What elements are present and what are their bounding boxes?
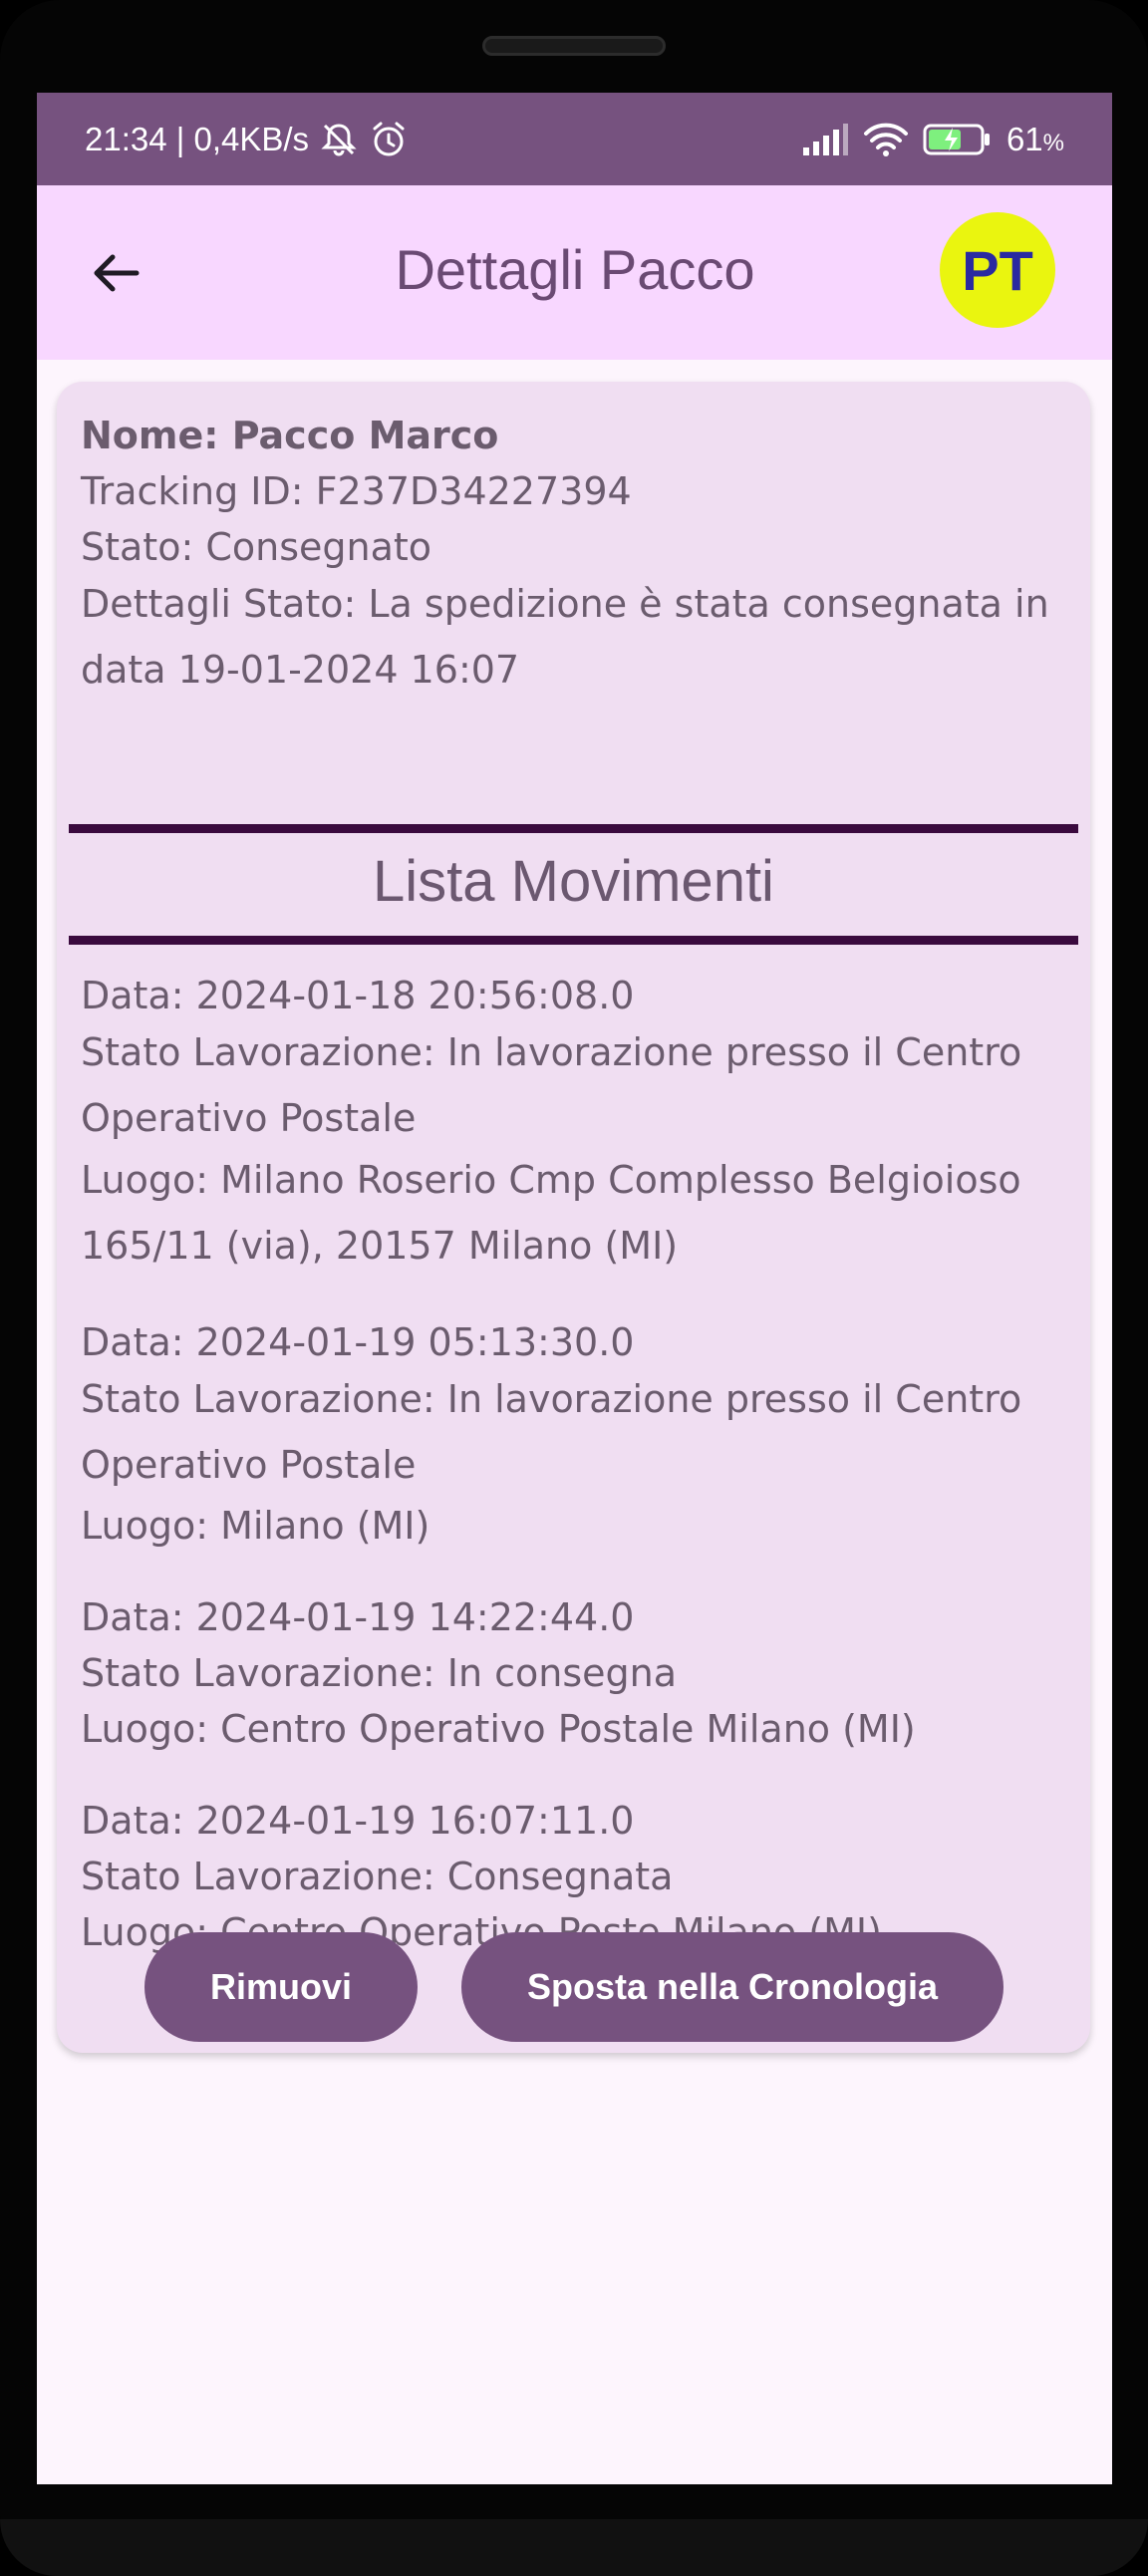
remove-button[interactable]: Rimuovi xyxy=(144,1932,418,2042)
movement-date: Data: 2024-01-19 14:22:44.0 xyxy=(81,1595,635,1639)
phone-frame: 21:34 | 0,4KB/s 61% Dettagli Pacco PT No… xyxy=(0,0,1148,2576)
screen: 21:34 | 0,4KB/s 61% Dettagli Pacco PT No… xyxy=(37,93,1112,2484)
bottom-bezel xyxy=(0,2519,1148,2576)
package-state: Stato: Consegnato xyxy=(81,525,432,569)
movement-place: Luogo: Milano (MI) xyxy=(81,1504,430,1548)
movement-date: Data: 2024-01-19 16:07:11.0 xyxy=(81,1799,635,1843)
divider-bottom xyxy=(69,936,1078,945)
page-title: Dettagli Pacco xyxy=(395,238,755,301)
poste-logo: PT xyxy=(940,212,1055,328)
movement-item: Data: 2024-01-18 20:56:08.0 Stato Lavora… xyxy=(81,968,1077,1279)
tracking-id: Tracking ID: F237D34227394 xyxy=(81,469,632,513)
movements-title: Lista Movimenti xyxy=(373,849,774,914)
movement-item: Data: 2024-01-19 14:22:44.0 Stato Lavora… xyxy=(81,1589,1077,1757)
alarm-icon xyxy=(369,120,409,159)
movement-status: Stato Lavorazione: In consegna xyxy=(81,1651,677,1695)
status-left: 21:34 | 0,4KB/s xyxy=(85,120,409,159)
status-time: 21:34 | 0,4KB/s xyxy=(85,120,310,157)
movement-status: Stato Lavorazione: In lavorazione presso… xyxy=(81,1030,1022,1140)
battery-level: 61% xyxy=(1006,121,1064,158)
package-info: Nome: Pacco Marco Tracking ID: F237D3422… xyxy=(81,408,1067,703)
movement-place: Luogo: Centro Operativo Postale Milano (… xyxy=(81,1707,916,1751)
status-right: 61% xyxy=(801,121,1064,158)
signal-icon xyxy=(801,122,849,157)
movement-status: Stato Lavorazione: In lavorazione presso… xyxy=(81,1377,1022,1487)
speaker-grille xyxy=(482,36,666,56)
battery-unit: % xyxy=(1042,129,1064,156)
status-bar: 21:34 | 0,4KB/s 61% xyxy=(37,93,1112,185)
wifi-icon xyxy=(863,122,909,157)
arrow-back-icon xyxy=(94,254,140,292)
move-to-history-button[interactable]: Sposta nella Cronologia xyxy=(461,1932,1004,2042)
movement-place: Luogo: Milano Roserio Cmp Complesso Belg… xyxy=(81,1158,1021,1268)
movement-item: Data: 2024-01-19 05:13:30.0 Stato Lavora… xyxy=(81,1314,1077,1554)
app-bar: Dettagli Pacco PT xyxy=(37,185,1112,360)
movement-date: Data: 2024-01-18 20:56:08.0 xyxy=(81,974,635,1017)
battery-charging-icon xyxy=(923,122,993,157)
movements-list: Data: 2024-01-18 20:56:08.0 Stato Lavora… xyxy=(81,968,1077,1996)
state-details: Dettagli Stato: La spedizione è stata co… xyxy=(81,582,1049,692)
battery-value: 61 xyxy=(1005,120,1043,157)
movement-date: Data: 2024-01-19 05:13:30.0 xyxy=(81,1320,635,1364)
mute-bell-icon xyxy=(319,120,359,159)
package-card: Nome: Pacco Marco Tracking ID: F237D3422… xyxy=(57,382,1090,2053)
back-button[interactable] xyxy=(79,235,154,311)
package-name: Nome: Pacco Marco xyxy=(81,414,499,457)
movement-status: Stato Lavorazione: Consegnata xyxy=(81,1855,674,1898)
divider-top xyxy=(69,824,1078,833)
